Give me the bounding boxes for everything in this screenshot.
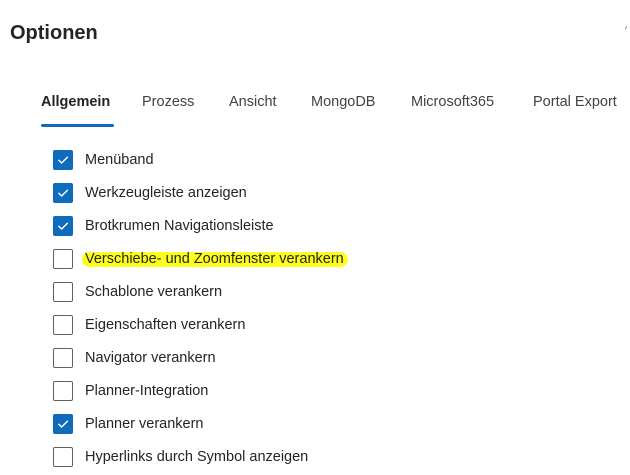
option-label: Menüband — [85, 152, 154, 168]
checkmark-icon — [58, 156, 69, 164]
option-label: Werkzeugleiste anzeigen — [85, 185, 247, 201]
tab-portal-export[interactable]: Portal Export — [533, 88, 617, 116]
option-label: Eigenschaften verankern — [85, 317, 246, 333]
checkmark-icon — [58, 222, 69, 230]
option-werkzeugleiste[interactable]: Werkzeugleiste anzeigen — [53, 181, 247, 205]
planner-verankern-checkbox[interactable] — [53, 414, 73, 434]
navigator-checkbox[interactable] — [53, 348, 73, 368]
option-hyperlinks[interactable]: Hyperlinks durch Symbol anzeigen — [53, 445, 308, 469]
option-label: Verschiebe- und Zoomfenster verankern — [85, 251, 344, 267]
option-label: Brotkrumen Navigationsleiste — [85, 218, 274, 234]
option-menueband[interactable]: Menüband — [53, 148, 154, 172]
option-brotkrumen[interactable]: Brotkrumen Navigationsleiste — [53, 214, 274, 238]
menueband-checkbox[interactable] — [53, 150, 73, 170]
option-label: Hyperlinks durch Symbol anzeigen — [85, 449, 309, 465]
corner-link-icon[interactable]: ∕ — [625, 26, 628, 34]
zoomfenster-checkbox[interactable] — [53, 249, 73, 269]
option-label: Planner verankern — [85, 416, 204, 432]
option-label: Planner-Integration — [85, 383, 209, 399]
brotkrumen-checkbox[interactable] — [53, 216, 73, 236]
eigenschaften-checkbox[interactable] — [53, 315, 73, 335]
option-zoomfenster[interactable]: Verschiebe- und Zoomfenster verankern — [53, 247, 344, 271]
werkzeugleiste-checkbox[interactable] — [53, 183, 73, 203]
tab-allgemein[interactable]: Allgemein — [41, 88, 110, 116]
option-planner-integration[interactable]: Planner-Integration — [53, 379, 208, 403]
option-label: Schablone verankern — [85, 284, 223, 300]
tab-mongodb[interactable]: MongoDB — [311, 88, 375, 116]
schablone-checkbox[interactable] — [53, 282, 73, 302]
options-page: Optionen ∕ Allgemein Prozess Ansicht Mon… — [0, 0, 630, 475]
tab-prozess[interactable]: Prozess — [142, 88, 194, 116]
option-planner-verankern[interactable]: Planner verankern — [53, 412, 204, 436]
tab-microsoft365[interactable]: Microsoft365 — [411, 88, 494, 116]
planner-integration-checkbox[interactable] — [53, 381, 73, 401]
tab-ansicht[interactable]: Ansicht — [229, 88, 277, 116]
active-tab-indicator — [41, 124, 114, 127]
option-label: Navigator verankern — [85, 350, 216, 366]
checkmark-icon — [58, 420, 69, 428]
hyperlinks-checkbox[interactable] — [53, 447, 73, 467]
option-schablone[interactable]: Schablone verankern — [53, 280, 222, 304]
option-eigenschaften[interactable]: Eigenschaften verankern — [53, 313, 245, 337]
page-title: Optionen — [10, 22, 98, 44]
checkmark-icon — [58, 189, 69, 197]
option-navigator[interactable]: Navigator verankern — [53, 346, 216, 370]
